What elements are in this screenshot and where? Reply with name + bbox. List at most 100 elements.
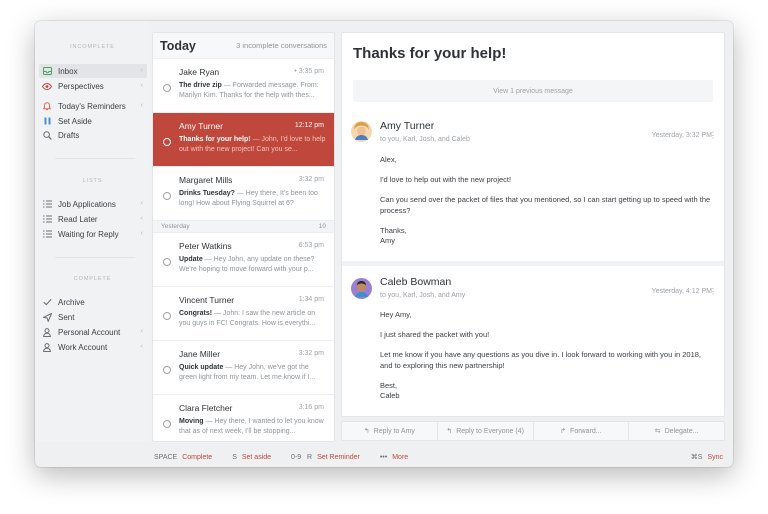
reply-label: Reply to Amy <box>373 427 415 435</box>
reply-icon: ↰ <box>363 428 370 435</box>
message-paragraph: Let me know if you have any questions as… <box>380 350 702 370</box>
conversation-subject: Moving <box>179 418 204 425</box>
sidebar-item-drafts[interactable]: Drafts <box>39 128 147 142</box>
reply-all-button[interactable]: ↰ Reply to Everyone (4) <box>438 422 534 440</box>
group-label: Yesterday <box>161 223 190 230</box>
chevron-left-icon[interactable]: ‹ <box>141 230 143 237</box>
sidebar-item-set-aside[interactable]: Set Aside <box>39 114 147 128</box>
complete-checkbox[interactable] <box>163 420 171 428</box>
sidebar-item-label: Sent <box>58 312 75 322</box>
sidebar-item-inbox[interactable]: Inbox ‹ <box>39 64 147 78</box>
delegate-label: Delegate... <box>664 427 699 435</box>
sidebar-item-personal-account[interactable]: Personal Account ‹ <box>39 325 147 339</box>
sidebar-item-todays-reminders[interactable]: Today's Reminders ‹ <box>39 99 147 113</box>
shortcut-bar: SPACE Complete S Set aside 0-9 R Set Rem… <box>35 447 733 467</box>
conversation-subject-title: Thanks for your help! <box>353 45 507 62</box>
message-paragraph: I just shared the packet with you! <box>380 330 490 339</box>
sidebar-item-read-later[interactable]: Read Later ‹ <box>39 212 147 226</box>
complete-checkbox[interactable] <box>163 84 171 92</box>
conversation-subject: Congrats! <box>179 310 213 317</box>
complete-checkbox[interactable] <box>163 366 171 374</box>
avatar <box>351 278 372 299</box>
sidebar-item-sent[interactable]: Sent <box>39 310 147 324</box>
shortcut-action: Complete <box>182 453 213 461</box>
delegate-icon: ⇆ <box>654 428 661 435</box>
sidebar-item-perspectives[interactable]: Perspectives ‹ <box>39 79 147 93</box>
sidebar-item-label: Read Later <box>58 214 98 224</box>
incomplete-count: 3 incomplete conversations <box>236 41 327 50</box>
sidebar-item-label: Work Account <box>58 342 108 352</box>
chevron-left-icon[interactable]: ‹ <box>141 67 143 74</box>
chevron-left-icon[interactable]: ‹ <box>141 328 143 335</box>
chevron-left-icon[interactable]: ‹ <box>141 102 143 109</box>
conversation-row[interactable]: Jake Ryan • 3:35 pm The drive zip — Forw… <box>153 59 334 113</box>
forward-button[interactable]: ↱ Forward... <box>534 422 630 440</box>
section-title-lists: LISTS <box>82 178 103 184</box>
complete-checkbox[interactable] <box>163 192 171 200</box>
bell-icon <box>42 101 52 111</box>
shortcut-key: S <box>232 453 237 461</box>
section-title-complete: COMPLETE <box>73 276 112 282</box>
chevron-left-icon[interactable]: ‹ <box>141 215 143 222</box>
message-paragraph: Best, Caleb <box>380 380 400 401</box>
conversation-row[interactable]: Jane Miller 3:32 pm Quick update — Hey J… <box>153 341 334 395</box>
chevron-left-icon[interactable]: ‹ <box>141 200 143 207</box>
complete-checkbox[interactable] <box>163 258 171 266</box>
message-paragraph: Can you send over the packet of files th… <box>380 195 711 215</box>
sync-button[interactable]: ⌘S Sync <box>691 453 723 462</box>
sidebar-item-label: Today's Reminders <box>58 101 126 111</box>
shortcut-set-reminder[interactable]: 0-9 R Set Reminder <box>291 454 360 461</box>
more-options-icon[interactable]: ⋮ <box>709 287 717 296</box>
sidebar-item-label: Personal Account <box>58 327 121 337</box>
delegate-button[interactable]: ⇆ Delegate... <box>629 422 724 440</box>
conversation-row-selected[interactable]: Amy Turner 12:12 pm Thanks for your help… <box>153 113 334 167</box>
message-sender: Amy Turner <box>380 120 435 132</box>
sidebar-item-archive[interactable]: Archive <box>39 295 147 309</box>
conversation-row[interactable]: Vincent Turner 1:34 pm Congrats! — John:… <box>153 287 334 341</box>
conversation-sender: Peter Watkins <box>179 241 232 251</box>
list-icon <box>42 229 52 239</box>
list-title: Today <box>160 38 196 53</box>
conversation-time: 1:34 pm <box>298 296 324 303</box>
complete-checkbox[interactable] <box>163 138 171 146</box>
conversation-time: 3:16 pm <box>298 404 324 411</box>
conversation-row[interactable]: Clara Fletcher 3:16 pm Moving — Hey ther… <box>153 395 334 441</box>
message-body: Hey Amy, I just shared the packet with y… <box>380 310 714 411</box>
conversation-row[interactable]: Peter Watkins 6:53 pm Update — Hey John,… <box>153 233 334 287</box>
shortcut-set-aside[interactable]: S Set aside <box>232 454 271 461</box>
shortcut-more[interactable]: ••• More <box>380 454 408 461</box>
complete-checkbox[interactable] <box>163 312 171 320</box>
sidebar: INCOMPLETE Inbox ‹ Perspectives ‹ Today'… <box>35 21 150 441</box>
conversation-preview: Quick update — Hey John, we've got the g… <box>179 363 327 383</box>
chevron-left-icon[interactable]: ‹ <box>141 82 143 89</box>
conversation-row[interactable]: Margaret Mills 3:32 pm Drinks Tuesday? —… <box>153 167 334 221</box>
inbox-icon <box>42 66 52 76</box>
more-options-icon[interactable]: ⋮ <box>709 131 717 140</box>
sidebar-item-work-account[interactable]: Work Account ‹ <box>39 340 147 354</box>
conversation-subject: The drive zip <box>179 82 222 89</box>
reply-button[interactable]: ↰ Reply to Amy <box>342 422 438 440</box>
shortcut-action: Set aside <box>241 453 272 461</box>
sidebar-item-label: Drafts <box>58 130 80 140</box>
drafts-icon <box>42 130 52 140</box>
sidebar-item-job-applications[interactable]: Job Applications ‹ <box>39 197 147 211</box>
message-paragraph: I'd love to help out with the new projec… <box>380 175 512 184</box>
message-time: Yesterday, 3:32 PM <box>651 132 712 139</box>
list-header: Today 3 incomplete conversations <box>153 33 334 59</box>
chevron-left-icon[interactable]: ‹ <box>141 343 143 350</box>
sidebar-item-label: Inbox <box>58 66 78 76</box>
conversation-time: 12:12 pm <box>294 122 324 129</box>
reply-action-bar: ↰ Reply to Amy ↰ Reply to Everyone (4) ↱… <box>341 421 725 441</box>
conversation-subject: Update <box>179 256 203 263</box>
message: Amy Turner to you, Karl, Josh, and Caleb… <box>342 119 724 261</box>
app-window: INCOMPLETE Inbox ‹ Perspectives ‹ Today'… <box>35 21 733 467</box>
avatar <box>351 121 372 142</box>
group-header-yesterday: Yesterday 10 <box>153 221 334 233</box>
message-paragraph: Hey Amy, <box>380 310 412 319</box>
view-previous-button[interactable]: View 1 previous message <box>353 80 713 102</box>
conversation-sender: Vincent Turner <box>179 295 235 305</box>
send-icon <box>42 312 52 322</box>
sidebar-item-waiting-for-reply[interactable]: Waiting for Reply ‹ <box>39 227 147 241</box>
shortcut-complete[interactable]: SPACE Complete <box>154 454 212 461</box>
conversation-sender: Margaret Mills <box>179 175 233 185</box>
